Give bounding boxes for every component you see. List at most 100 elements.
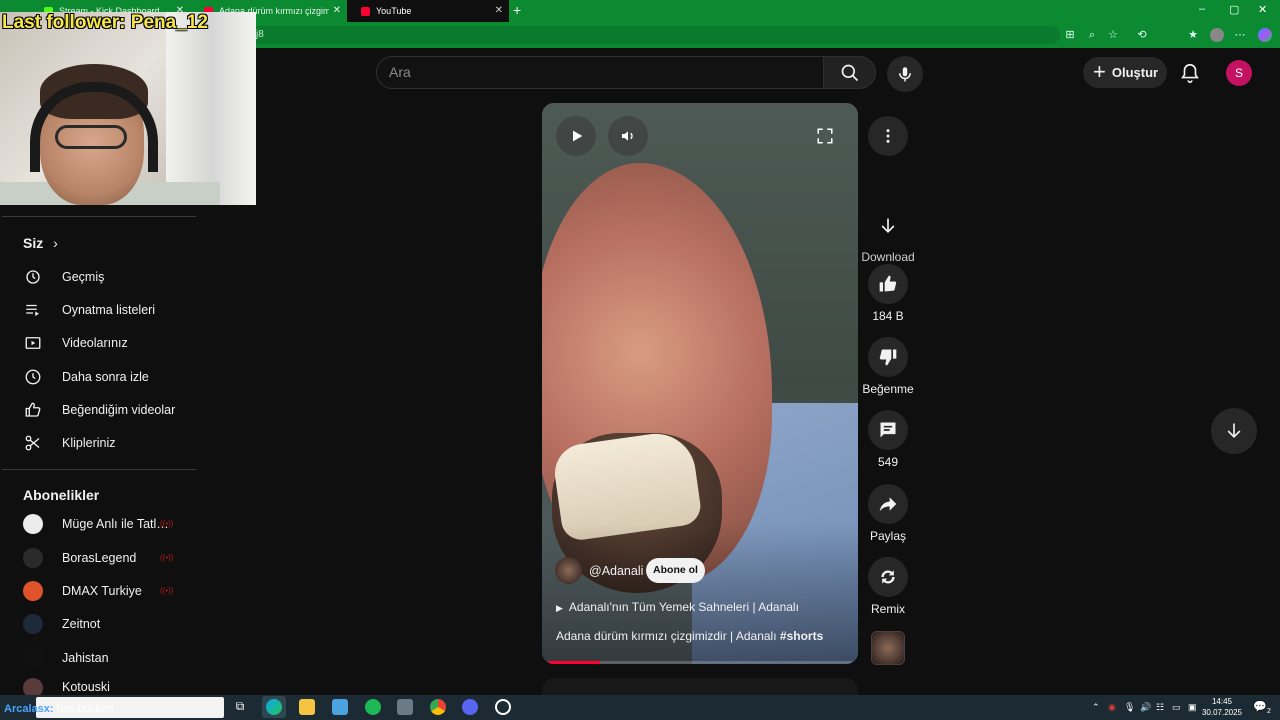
search-input[interactable] [389, 64, 789, 80]
clock-time: 14:45 [1211, 697, 1233, 706]
tray-network-icon[interactable]: ☷ [1156, 702, 1164, 713]
notifications-center-icon[interactable]: 💬 [1253, 700, 1267, 713]
tray-speaker-icon[interactable]: 🔊 [1140, 702, 1151, 713]
voice-search-button[interactable] [887, 56, 923, 92]
sidebar-item-clips[interactable]: Klipleriniz [0, 426, 196, 459]
url-text: j8 [256, 29, 264, 40]
task-view-icon[interactable]: ⧉ [232, 699, 248, 715]
remix-label: Remix [870, 602, 905, 616]
chat-message: hoş buldum [56, 703, 114, 715]
create-button[interactable]: + Oluştur [1083, 57, 1167, 88]
search-button[interactable] [823, 56, 876, 89]
tray-chevron-up-icon[interactable]: ⌃ [1092, 702, 1100, 713]
address-bar[interactable]: j8 [250, 26, 1060, 44]
taskbar-clock[interactable]: 14:45 30.07.2025 [1200, 696, 1244, 718]
chrome-icon[interactable] [430, 699, 446, 715]
extensions-icon[interactable]: ⟲ [1135, 28, 1149, 42]
sidebar-item-liked-videos[interactable]: Beğendiğim videolar [0, 393, 196, 426]
subscriptions-heading: Abonelikler [23, 487, 100, 503]
sidebar-item-watch-later[interactable]: Daha sonra izle [0, 360, 196, 393]
mute-button[interactable] [608, 116, 648, 156]
like-button[interactable] [868, 264, 908, 304]
tray-display-icon[interactable]: ▣ [1188, 702, 1197, 713]
video-title[interactable]: Adana dürüm kırmızı çizgimizdir | Adanal… [556, 629, 823, 643]
subscription-item[interactable]: BorasLegend ((•)) [0, 541, 196, 574]
dislike-button[interactable] [868, 337, 908, 377]
sound-thumbnail[interactable] [871, 631, 905, 665]
sidebar-item-history[interactable]: Geçmiş [0, 260, 196, 293]
profile-icon[interactable] [1210, 28, 1224, 42]
zoom-icon[interactable]: ⌕ [1085, 28, 1099, 42]
discord-icon[interactable] [462, 699, 478, 715]
channel-avatar [23, 613, 43, 634]
channel-handle[interactable]: @Adanali [589, 564, 643, 578]
watch-later-icon [25, 369, 41, 384]
copilot-icon[interactable] [1258, 28, 1272, 42]
play-button[interactable] [556, 116, 596, 156]
store-app-icon[interactable] [332, 699, 348, 715]
history-icon [26, 269, 40, 284]
fullscreen-icon[interactable] [816, 127, 834, 145]
sidebar-item-label: Klipleriniz [62, 435, 116, 450]
more-actions-button[interactable] [868, 116, 908, 156]
you-section-heading[interactable]: Siz › [23, 235, 58, 251]
subscription-item[interactable]: Zeitnot [0, 607, 196, 640]
sidebar-divider [2, 469, 196, 470]
account-avatar[interactable]: S [1226, 60, 1252, 86]
notifications-bell-icon[interactable] [1179, 62, 1201, 84]
favorite-star-icon[interactable]: ☆ [1106, 28, 1120, 42]
channel-avatar[interactable] [555, 557, 582, 584]
tray-app-icon[interactable]: ◉ [1108, 702, 1116, 713]
sidebar-item-playlists[interactable]: Oynatma listeleri [0, 293, 196, 326]
arrow-down-icon [1227, 423, 1241, 439]
subscribe-button[interactable]: Abone ol [646, 558, 705, 583]
hashtag-link[interactable]: #shorts [780, 629, 823, 643]
playlist-link[interactable]: ▶ Adanalı'nın Tüm Yemek Sahneleri | Adana… [556, 600, 799, 614]
tray-battery-icon[interactable]: ▭ [1172, 702, 1181, 713]
you-heading-label: Siz [23, 235, 44, 251]
tray-microphone-icon[interactable]: 🎙 [1124, 702, 1135, 713]
download-label: Download [861, 250, 915, 264]
notification-count-badge: 2 [1267, 708, 1271, 715]
spotify-icon[interactable] [365, 699, 381, 715]
edge-app-icon[interactable] [262, 696, 286, 718]
grid-apps-icon[interactable]: ⊞ [1063, 28, 1077, 42]
comment-icon [880, 422, 896, 438]
microphone-icon [899, 67, 911, 82]
close-window-button[interactable]: ✕ [1258, 3, 1267, 16]
maximize-button[interactable]: ▢ [1229, 3, 1239, 16]
video-progress-bar[interactable] [548, 661, 852, 664]
live-indicator-icon: ((•)) [160, 586, 174, 595]
tab-youtube[interactable]: YouTube ✕ [347, 0, 509, 22]
download-button[interactable] [868, 206, 908, 246]
share-button[interactable] [868, 484, 908, 524]
obs-icon[interactable] [495, 699, 511, 715]
progress-fill [548, 661, 600, 664]
subscription-item[interactable]: Müge Anlı ile Tatl… ((•)) [0, 507, 196, 540]
volume-icon [622, 131, 633, 141]
subscription-item[interactable]: Jahistan [0, 641, 196, 674]
comments-button[interactable] [868, 410, 908, 450]
sidebar-item-your-videos[interactable]: Videolarınız [0, 326, 196, 359]
close-tab-icon[interactable]: ✕ [495, 5, 503, 16]
chat-username: Arcalasx: [4, 703, 54, 715]
subscription-item[interactable]: Kotouski [0, 674, 196, 695]
collections-icon[interactable]: ★ [1186, 28, 1200, 42]
file-explorer-icon[interactable] [299, 699, 315, 715]
calculator-icon[interactable] [397, 699, 413, 715]
thumbs-down-icon [879, 349, 897, 366]
minimize-button[interactable]: – [1199, 3, 1205, 15]
play-icon [573, 130, 583, 142]
tab-title: YouTube [376, 6, 412, 16]
remix-button[interactable] [868, 557, 908, 597]
close-tab-icon[interactable]: ✕ [333, 5, 341, 16]
new-tab-button[interactable]: + [513, 2, 521, 18]
more-options-icon[interactable]: ⋯ [1233, 28, 1247, 42]
subscription-item[interactable]: DMAX Turkiye ((•)) [0, 574, 196, 607]
clock-date: 30.07.2025 [1201, 708, 1243, 717]
sidebar-item-label: Daha sonra izle [62, 369, 149, 384]
shorts-player[interactable]: @Adanali Abone ol ▶ Adanalı'nın Tüm Yemek… [542, 103, 858, 664]
channel-avatar [23, 547, 43, 568]
next-short-button[interactable] [1211, 408, 1257, 454]
playlists-icon [26, 304, 39, 316]
